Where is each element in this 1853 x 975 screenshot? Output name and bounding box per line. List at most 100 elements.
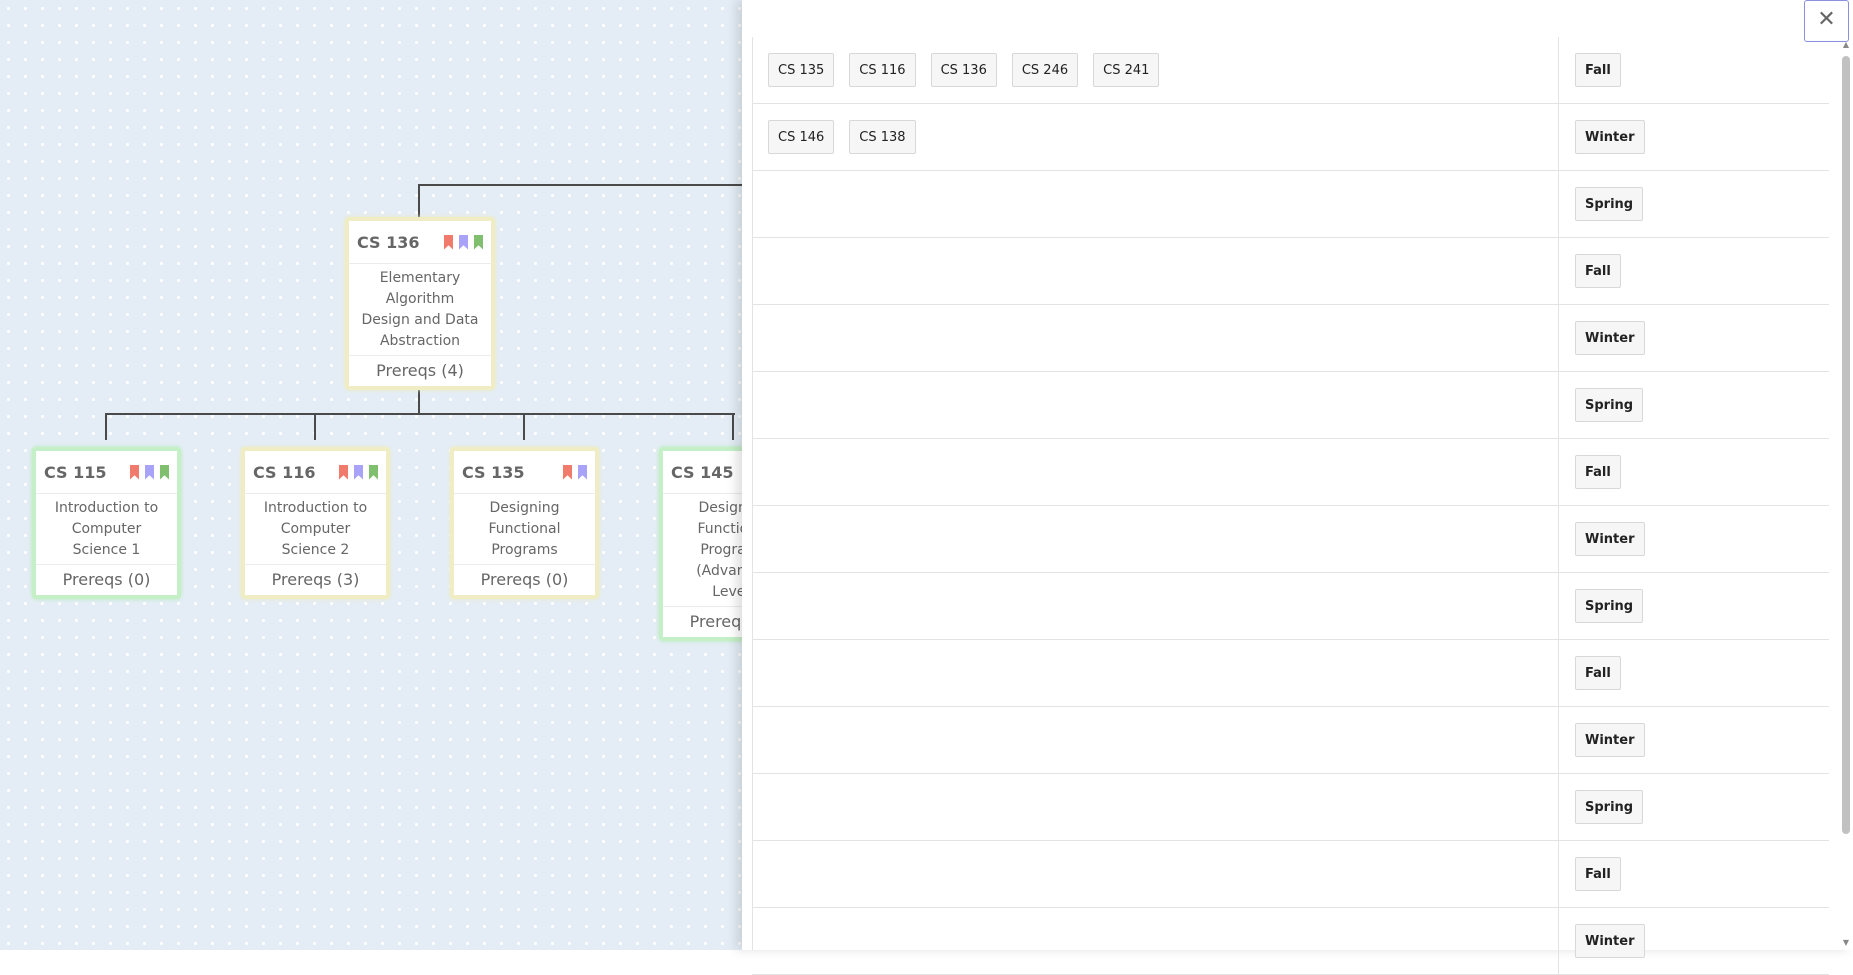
course-list [752, 640, 1559, 706]
table-row: Spring [752, 171, 1829, 238]
prereq-tree-canvas[interactable]: CS 136 Elementary Algorithm Design and D… [0, 0, 742, 950]
course-chip[interactable]: CS 135 [768, 53, 835, 87]
term-button[interactable]: Spring [1575, 790, 1644, 824]
bookmark-green-icon[interactable] [369, 464, 378, 480]
prereqs-toggle[interactable]: Prereqs (4) [349, 356, 491, 386]
term-button[interactable]: Winter [1575, 522, 1645, 556]
tree-edge [105, 413, 107, 440]
tree-edge [105, 413, 735, 415]
table-row: Fall [752, 439, 1829, 506]
term-cell: Spring [1559, 774, 1644, 840]
term-button[interactable]: Winter [1575, 321, 1645, 355]
term-cell: Spring [1559, 372, 1644, 438]
bookmark-blue-icon[interactable] [354, 464, 363, 480]
card-header: CS 116 [245, 451, 386, 494]
course-card-cs115[interactable]: CS 115 Introduction to Computer Science … [32, 447, 181, 599]
table-row: Spring [752, 573, 1829, 640]
card-header: CS 115 [36, 451, 177, 494]
course-card-cs116[interactable]: CS 116 Introduction to Computer Science … [241, 447, 390, 599]
table-row: Winter [752, 908, 1829, 975]
course-chip[interactable]: CS 146 [768, 120, 835, 154]
term-cell: Fall [1559, 37, 1621, 103]
bookmark-red-icon[interactable] [339, 464, 348, 480]
card-tags [444, 234, 483, 250]
bookmark-green-icon[interactable] [160, 464, 169, 480]
course-list [752, 908, 1559, 974]
course-list [752, 774, 1559, 840]
term-cell: Winter [1559, 104, 1645, 170]
schedule-table: CS 135 CS 116 CS 136 CS 246 CS 241 Fall … [752, 37, 1829, 975]
bookmark-red-icon[interactable] [563, 464, 572, 480]
tree-edge [523, 413, 525, 440]
course-card-cs145[interactable]: CS 145 Designing Functional Programs (Ad… [659, 447, 742, 641]
card-tags [563, 464, 587, 480]
table-row: Spring [752, 372, 1829, 439]
card-tags [130, 464, 169, 480]
term-cell: Fall [1559, 439, 1621, 505]
course-title: Introduction to Computer Science 2 [245, 494, 386, 565]
term-button[interactable]: Fall [1575, 455, 1621, 489]
table-row: Fall [752, 841, 1829, 908]
course-card-cs136[interactable]: CS 136 Elementary Algorithm Design and D… [345, 217, 495, 390]
term-button[interactable]: Spring [1575, 187, 1644, 221]
scroll-down-arrow-icon[interactable]: ▼ [1840, 938, 1852, 948]
term-cell: Winter [1559, 305, 1645, 371]
prereqs-toggle[interactable]: Prereqs (3) [245, 565, 386, 595]
bookmark-blue-icon[interactable] [145, 464, 154, 480]
course-code: CS 116 [253, 462, 316, 482]
term-button[interactable]: Fall [1575, 254, 1621, 288]
course-code: CS 145 [671, 462, 734, 482]
table-row: Fall [752, 238, 1829, 305]
term-button[interactable]: Winter [1575, 924, 1645, 958]
term-cell: Spring [1559, 171, 1644, 237]
table-row: Winter [752, 305, 1829, 372]
prereqs-toggle[interactable]: Prereqs (0) [454, 565, 595, 595]
bookmark-blue-icon[interactable] [578, 464, 587, 480]
prereqs-toggle[interactable]: Prereqs (0) [36, 565, 177, 595]
course-list [752, 439, 1559, 505]
close-button[interactable]: ✕ [1804, 0, 1849, 42]
course-list [752, 841, 1559, 907]
term-button[interactable]: Fall [1575, 53, 1621, 87]
term-cell: Winter [1559, 908, 1645, 974]
course-code: CS 115 [44, 462, 107, 482]
bookmark-red-icon[interactable] [444, 234, 453, 250]
close-icon: ✕ [1817, 7, 1836, 32]
term-button[interactable]: Fall [1575, 656, 1621, 690]
course-list [752, 506, 1559, 572]
course-list [752, 238, 1559, 304]
course-card-cs135[interactable]: CS 135 Designing Functional Programs Pre… [450, 447, 599, 599]
course-title: Elementary Algorithm Design and Data Abs… [349, 264, 491, 356]
tree-edge [314, 413, 316, 440]
term-button[interactable]: Winter [1575, 120, 1645, 154]
table-row: Spring [752, 774, 1829, 841]
term-cell: Winter [1559, 707, 1645, 773]
table-row: Fall [752, 640, 1829, 707]
term-button[interactable]: Spring [1575, 388, 1644, 422]
bookmark-blue-icon[interactable] [459, 234, 468, 250]
table-row: CS 146 CS 138 Winter [752, 104, 1829, 171]
bookmark-green-icon[interactable] [474, 234, 483, 250]
course-chip[interactable]: CS 246 [1011, 53, 1079, 87]
course-list [752, 707, 1559, 773]
course-code: CS 135 [462, 462, 525, 482]
course-chip[interactable]: CS 241 [1093, 53, 1160, 87]
card-header: CS 135 [454, 451, 595, 494]
course-chip[interactable]: CS 116 [849, 53, 916, 87]
term-button[interactable]: Spring [1575, 589, 1644, 623]
course-chip[interactable]: CS 138 [849, 120, 916, 154]
term-cell: Fall [1559, 841, 1621, 907]
scrollbar-thumb[interactable] [1842, 56, 1850, 834]
prereqs-toggle[interactable]: Prereqs (0) [663, 607, 742, 637]
course-list [752, 305, 1559, 371]
course-title: Designing Functional Programs (Advanced … [663, 494, 742, 607]
bookmark-red-icon[interactable] [130, 464, 139, 480]
table-row: Winter [752, 506, 1829, 573]
term-button[interactable]: Fall [1575, 857, 1621, 891]
course-chip[interactable]: CS 136 [930, 53, 997, 87]
course-list [752, 372, 1559, 438]
course-list [752, 573, 1559, 639]
term-button[interactable]: Winter [1575, 723, 1645, 757]
term-cell: Spring [1559, 573, 1644, 639]
course-title: Introduction to Computer Science 1 [36, 494, 177, 565]
